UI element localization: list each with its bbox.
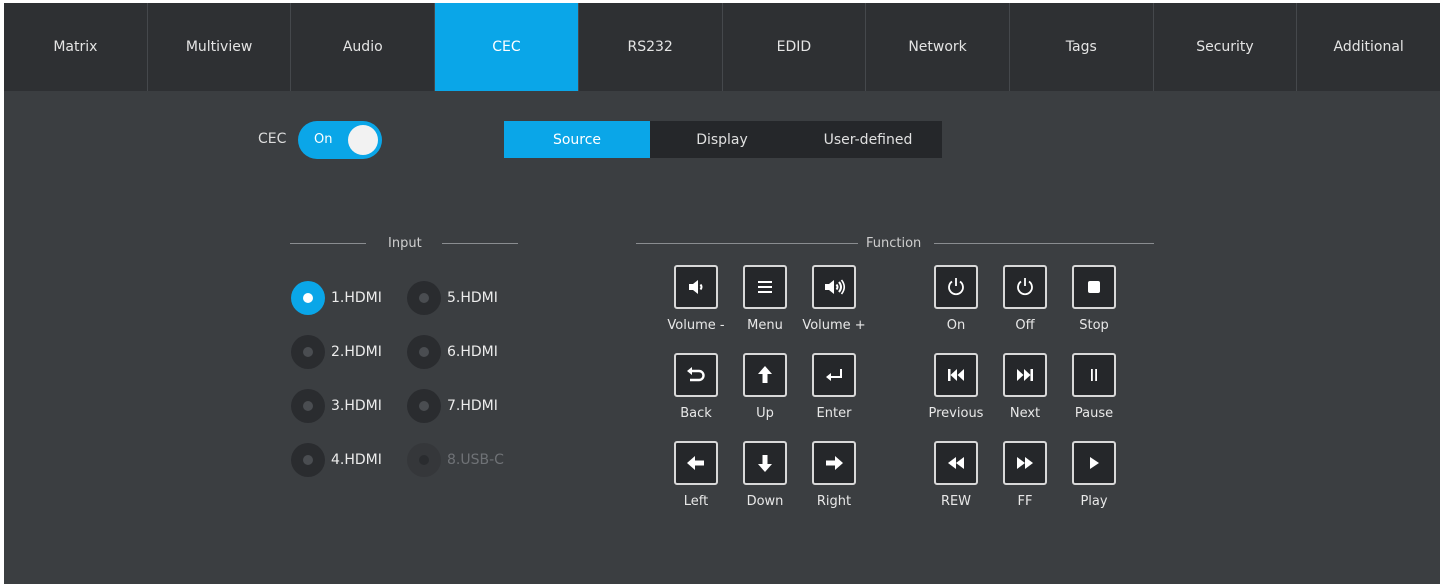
next-icon [1017,369,1033,381]
input-radio-7[interactable]: 7.HDMI [407,389,498,423]
radio-label: 4.HDMI [331,452,382,468]
radio-dot [291,281,325,315]
tab-security[interactable]: Security [1154,3,1298,91]
enter-icon [826,369,842,381]
input-radio-6[interactable]: 6.HDMI [407,335,498,369]
tab-tags[interactable]: Tags [1010,3,1154,91]
radio-dot [407,335,441,369]
enter-label: Enter [816,406,852,421]
play-label: Play [1080,494,1108,509]
subtab-user-defined[interactable]: User-defined [794,121,942,158]
tab-additional[interactable]: Additional [1297,3,1440,91]
enter-button[interactable] [812,353,856,397]
radio-label: 8.USB-C [447,452,504,468]
radio-dot [291,443,325,477]
stop-label: Stop [1079,318,1109,333]
radio-label: 5.HDMI [447,290,498,306]
arrow-left-icon [687,456,704,470]
off-button[interactable] [1003,265,1047,309]
input-radio-5[interactable]: 5.HDMI [407,281,498,315]
up-button[interactable] [743,353,787,397]
input-divider-right [442,243,518,244]
tab-edid[interactable]: EDID [723,3,867,91]
power-icon [948,278,964,296]
tab-cec[interactable]: CEC [435,3,579,91]
tab-rs232[interactable]: RS232 [579,3,723,91]
radio-label: 2.HDMI [331,344,382,360]
power-icon [1017,278,1033,296]
play-icon [1090,457,1099,469]
pause-button[interactable] [1072,353,1116,397]
cec-label: CEC [258,131,287,147]
tab-network[interactable]: Network [866,3,1010,91]
arrow-right-icon [826,456,843,470]
stop-icon [1088,281,1100,293]
input-radio-1[interactable]: 1.HDMI [291,281,382,315]
fast-forward-button[interactable] [1003,441,1047,485]
on-button[interactable] [934,265,978,309]
tab-audio[interactable]: Audio [291,3,436,91]
function-divider-right [934,243,1154,244]
radio-dot [291,335,325,369]
function-title: Function [866,236,922,251]
radio-label: 7.HDMI [447,398,498,414]
input-radio-3[interactable]: 3.HDMI [291,389,382,423]
pause-icon [1091,369,1097,381]
volume-down-icon [689,280,703,294]
toggle-knob [348,125,378,155]
back-icon [687,367,705,382]
radio-label: 3.HDMI [331,398,382,414]
right-label: Right [816,494,852,509]
volume-up-button[interactable] [812,265,856,309]
subtab-source[interactable]: Source [504,121,650,158]
cec-toggle[interactable]: On [298,121,382,159]
volume-down-button[interactable] [674,265,718,309]
cec-toggle-text: On [314,132,333,147]
tab-multiview[interactable]: Multiview [148,3,292,91]
radio-dot [407,443,441,477]
rewind-icon [948,457,964,469]
radio-label: 1.HDMI [331,290,382,306]
previous-icon [948,369,964,381]
back-button[interactable] [674,353,718,397]
arrow-down-icon [758,455,772,472]
input-radio-4[interactable]: 4.HDMI [291,443,382,477]
app-frame: Matrix Multiview Audio CEC RS232 EDID Ne… [4,3,1440,584]
left-button[interactable] [674,441,718,485]
previous-button[interactable] [934,353,978,397]
stop-button[interactable] [1072,265,1116,309]
input-title: Input [388,236,422,251]
function-divider-left [636,243,858,244]
top-nav: Matrix Multiview Audio CEC RS232 EDID Ne… [4,3,1440,91]
radio-label: 6.HDMI [447,344,498,360]
next-button[interactable] [1003,353,1047,397]
radio-dot [407,281,441,315]
menu-icon [758,281,772,293]
volume-up-label: Volume + [802,318,866,333]
volume-up-icon [825,279,846,295]
radio-dot [407,389,441,423]
input-divider-left [290,243,366,244]
rewind-button[interactable] [934,441,978,485]
right-button[interactable] [812,441,856,485]
pause-label: Pause [1074,406,1114,421]
arrow-up-icon [758,366,772,383]
fast-forward-icon [1017,457,1033,469]
down-button[interactable] [743,441,787,485]
subtab-display[interactable]: Display [650,121,794,158]
menu-button[interactable] [743,265,787,309]
play-button[interactable] [1072,441,1116,485]
radio-dot [291,389,325,423]
cec-subtabs: Source Display User-defined [504,121,942,158]
input-radio-2[interactable]: 2.HDMI [291,335,382,369]
input-radio-8[interactable]: 8.USB-C [407,443,504,477]
tab-matrix[interactable]: Matrix [4,3,148,91]
